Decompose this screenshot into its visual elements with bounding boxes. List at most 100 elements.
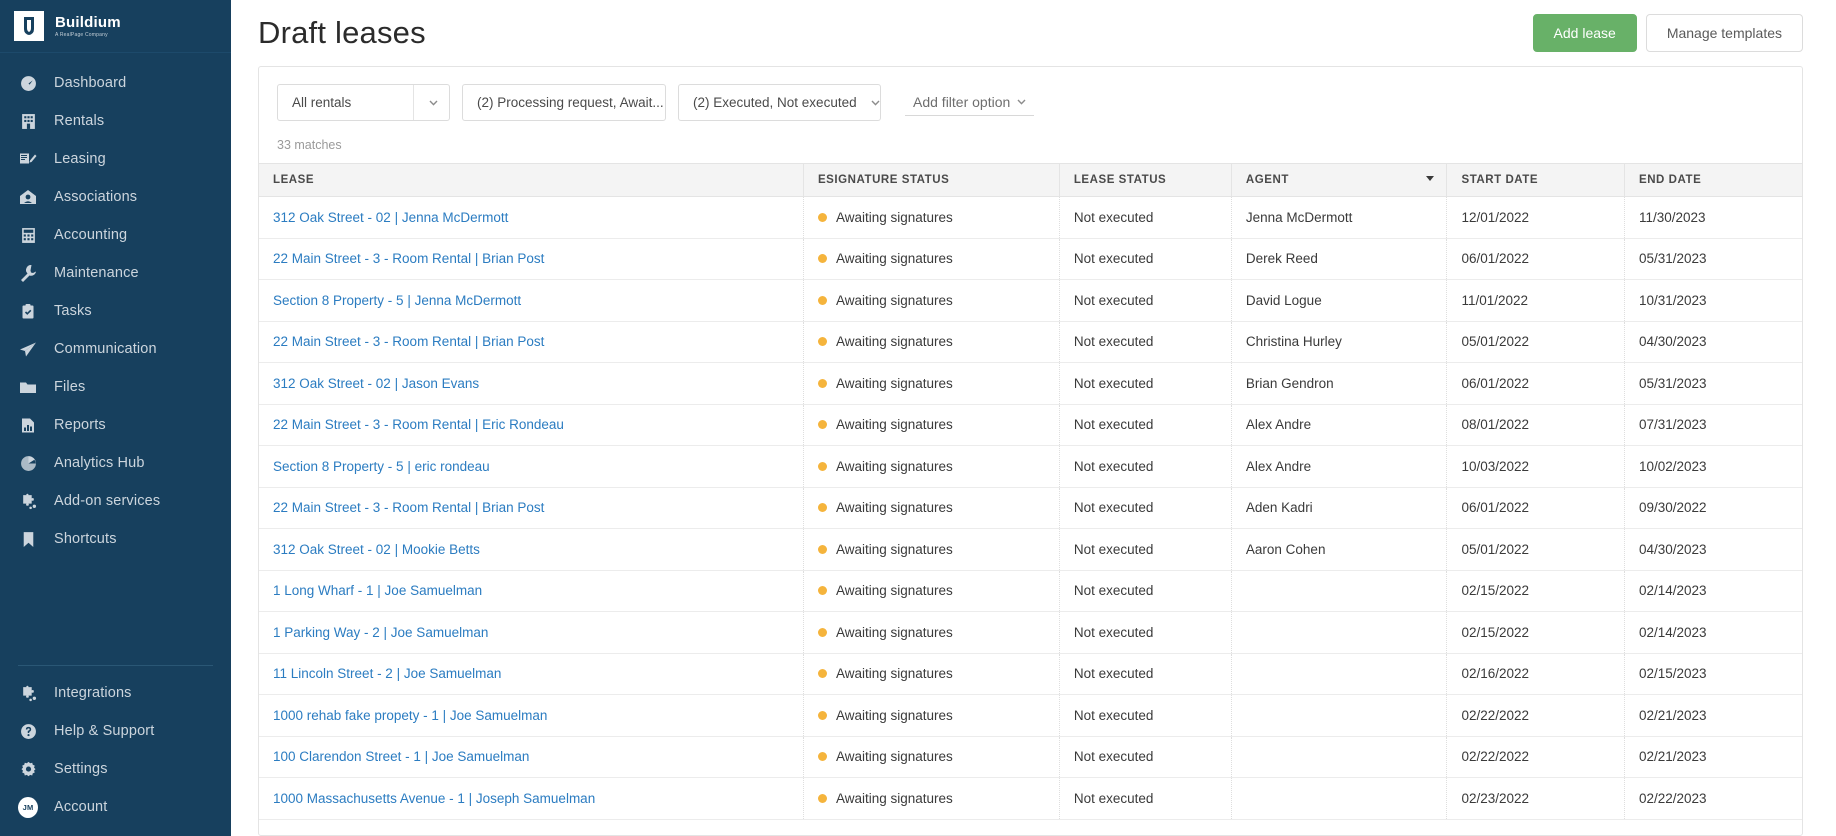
cell-start-date: 02/15/2022 [1447,612,1624,654]
cell-esignature-status: Awaiting signatures [803,612,1059,654]
lease-link[interactable]: Section 8 Property - 5 | Jenna McDermott [273,293,521,308]
sidebar-item-dashboard[interactable]: Dashboard [0,64,231,102]
lease-link[interactable]: 312 Oak Street - 02 | Mookie Betts [273,542,480,557]
lease-link[interactable]: 22 Main Street - 3 - Room Rental | Brian… [273,334,544,349]
cell-start-date: 06/01/2022 [1447,363,1624,405]
cell-lease: 312 Oak Street - 02 | Mookie Betts [259,529,803,571]
sidebar-item-label: Settings [54,761,108,777]
lease-link[interactable]: 1 Parking Way - 2 | Joe Samuelman [273,625,488,640]
lease-link[interactable]: 22 Main Street - 3 - Room Rental | Brian… [273,251,544,266]
manage-templates-button[interactable]: Manage templates [1646,14,1803,52]
sidebar-item-label: Associations [54,189,137,205]
table-row[interactable]: Section 8 Property - 5 | eric rondeauAwa… [259,446,1802,488]
cell-lease: 312 Oak Street - 02 | Jenna McDermott [259,197,803,239]
column-header-lease-status[interactable]: LEASE STATUS [1059,164,1231,197]
paper-plane-icon [18,339,38,359]
sidebar-item-integrations[interactable]: Integrations [0,674,231,712]
sidebar-item-communication[interactable]: Communication [0,330,231,368]
clipboard-check-icon [18,301,38,321]
table-row[interactable]: 1000 Massachusetts Avenue - 1 | Joseph S… [259,778,1802,820]
sidebar-item-add-on-services[interactable]: Add-on services [0,482,231,520]
column-header-agent[interactable]: AGENT [1231,164,1447,197]
cell-end-date: 02/15/2023 [1624,653,1802,695]
table-row[interactable]: 22 Main Street - 3 - Room Rental | Brian… [259,238,1802,280]
cell-agent: Derek Reed [1231,238,1447,280]
lease-status-filter-select[interactable]: (2) Executed, Not executed [678,84,881,121]
cell-lease-status: Not executed [1059,446,1231,488]
table-row[interactable]: 22 Main Street - 3 - Room Rental | Brian… [259,321,1802,363]
table-body: 312 Oak Street - 02 | Jenna McDermott Awa… [259,197,1802,820]
table-row[interactable]: 312 Oak Street - 02 | Jason Evans Awaitin… [259,363,1802,405]
status-dot-icon [818,503,827,512]
rentals-filter-select[interactable]: All rentals [277,84,450,121]
column-header-esignature-status[interactable]: ESIGNATURE STATUS [803,164,1059,197]
lease-link[interactable]: 312 Oak Street - 02 | Jason Evans [273,376,479,391]
cell-start-date: 08/01/2022 [1447,404,1624,446]
lease-link[interactable]: 22 Main Street - 3 - Room Rental | Eric … [273,417,564,432]
table-row[interactable]: 312 Oak Street - 02 | Jenna McDermottAwa… [259,197,1802,239]
lease-link[interactable]: 1 Long Wharf - 1 | Joe Samuelman [273,583,482,598]
cell-lease-status: Not executed [1059,695,1231,737]
cell-esignature-status: Awaiting signatures [803,736,1059,778]
sidebar-item-settings[interactable]: Settings [0,750,231,788]
table-row[interactable]: 1 Parking Way - 2 | Joe Samuelman Awaitin… [259,612,1802,654]
status-dot-icon [818,462,827,471]
sidebar-item-reports[interactable]: Reports [0,406,231,444]
column-header-end-date[interactable]: END DATE [1624,164,1802,197]
column-header-start-date[interactable]: START DATE [1447,164,1624,197]
cell-agent: Brian Gendron [1231,363,1447,405]
sidebar-item-shortcuts[interactable]: Shortcuts [0,520,231,558]
sidebar-item-tasks[interactable]: Tasks [0,292,231,330]
esignature-status-text: Awaiting signatures [836,334,953,349]
table-row[interactable]: 312 Oak Street - 02 | Mookie BettsAwaiti… [259,529,1802,571]
lease-link[interactable]: 1000 Massachusetts Avenue - 1 | Joseph S… [273,791,595,806]
puzzle-icon [18,683,38,703]
add-filter-option-button[interactable]: Add filter option [905,90,1034,116]
sidebar-item-help-support[interactable]: Help & Support [0,712,231,750]
status-dot-icon [818,669,827,678]
cell-lease: 1000 rehab fake propety - 1 | Joe Samuel… [259,695,803,737]
cell-lease: 22 Main Street - 3 - Room Rental | Brian… [259,238,803,280]
lease-link[interactable]: Section 8 Property - 5 | eric rondeau [273,459,490,474]
cell-lease-status: Not executed [1059,321,1231,363]
lease-link[interactable]: 1000 rehab fake propety - 1 | Joe Samuel… [273,708,547,723]
esignature-status-text: Awaiting signatures [836,666,953,681]
table-row[interactable]: 100 Clarendon Street - 1 | Joe Samuelman… [259,736,1802,778]
status-dot-icon [818,213,827,222]
sidebar-item-account[interactable]: JM Account [0,788,231,826]
cell-lease: 1000 Massachusetts Avenue - 1 | Joseph S… [259,778,803,820]
cell-esignature-status: Awaiting signatures [803,280,1059,322]
brand-tagline: A RealPage Company [55,33,121,38]
lease-link[interactable]: 312 Oak Street - 02 | Jenna McDermott [273,210,508,225]
cell-esignature-status: Awaiting signatures [803,778,1059,820]
table-row[interactable]: 22 Main Street - 3 - Room Rental | Eric … [259,404,1802,446]
table-row[interactable]: 22 Main Street - 3 - Room Rental | Brian… [259,487,1802,529]
sidebar-item-files[interactable]: Files [0,368,231,406]
lease-link[interactable]: 11 Lincoln Street - 2 | Joe Samuelman [273,666,501,681]
table-row[interactable]: 1 Long Wharf - 1 | Joe SamuelmanAwaiting… [259,570,1802,612]
esignature-status-filter-select[interactable]: (2) Processing request, Await... [462,84,666,121]
sidebar-item-label: Maintenance [54,265,139,281]
brand-logo[interactable]: Buildium A RealPage Company [0,0,231,53]
sidebar-item-leasing[interactable]: Leasing [0,140,231,178]
cell-end-date: 04/30/2023 [1624,321,1802,363]
table-row[interactable]: Section 8 Property - 5 | Jenna McDermott… [259,280,1802,322]
lease-link[interactable]: 22 Main Street - 3 - Room Rental | Brian… [273,500,544,515]
lease-link[interactable]: 100 Clarendon Street - 1 | Joe Samuelman [273,749,529,764]
table-row[interactable]: 11 Lincoln Street - 2 | Joe Samuelman Awa… [259,653,1802,695]
cell-agent [1231,570,1447,612]
table-row[interactable]: 1000 rehab fake propety - 1 | Joe Samuel… [259,695,1802,737]
sidebar-item-maintenance[interactable]: Maintenance [0,254,231,292]
status-dot-icon [818,545,827,554]
column-header-lease[interactable]: LEASE [259,164,803,197]
sidebar-item-associations[interactable]: Associations [0,178,231,216]
sidebar-item-accounting[interactable]: Accounting [0,216,231,254]
status-dot-icon [818,379,827,388]
esignature-status-text: Awaiting signatures [836,376,953,391]
cell-start-date: 06/01/2022 [1447,487,1624,529]
cell-lease: 11 Lincoln Street - 2 | Joe Samuelman [259,653,803,695]
rentals-filter-value: All rentals [278,95,365,110]
sidebar-item-analytics-hub[interactable]: Analytics Hub [0,444,231,482]
add-lease-button[interactable]: Add lease [1533,14,1637,52]
sidebar-item-rentals[interactable]: Rentals [0,102,231,140]
